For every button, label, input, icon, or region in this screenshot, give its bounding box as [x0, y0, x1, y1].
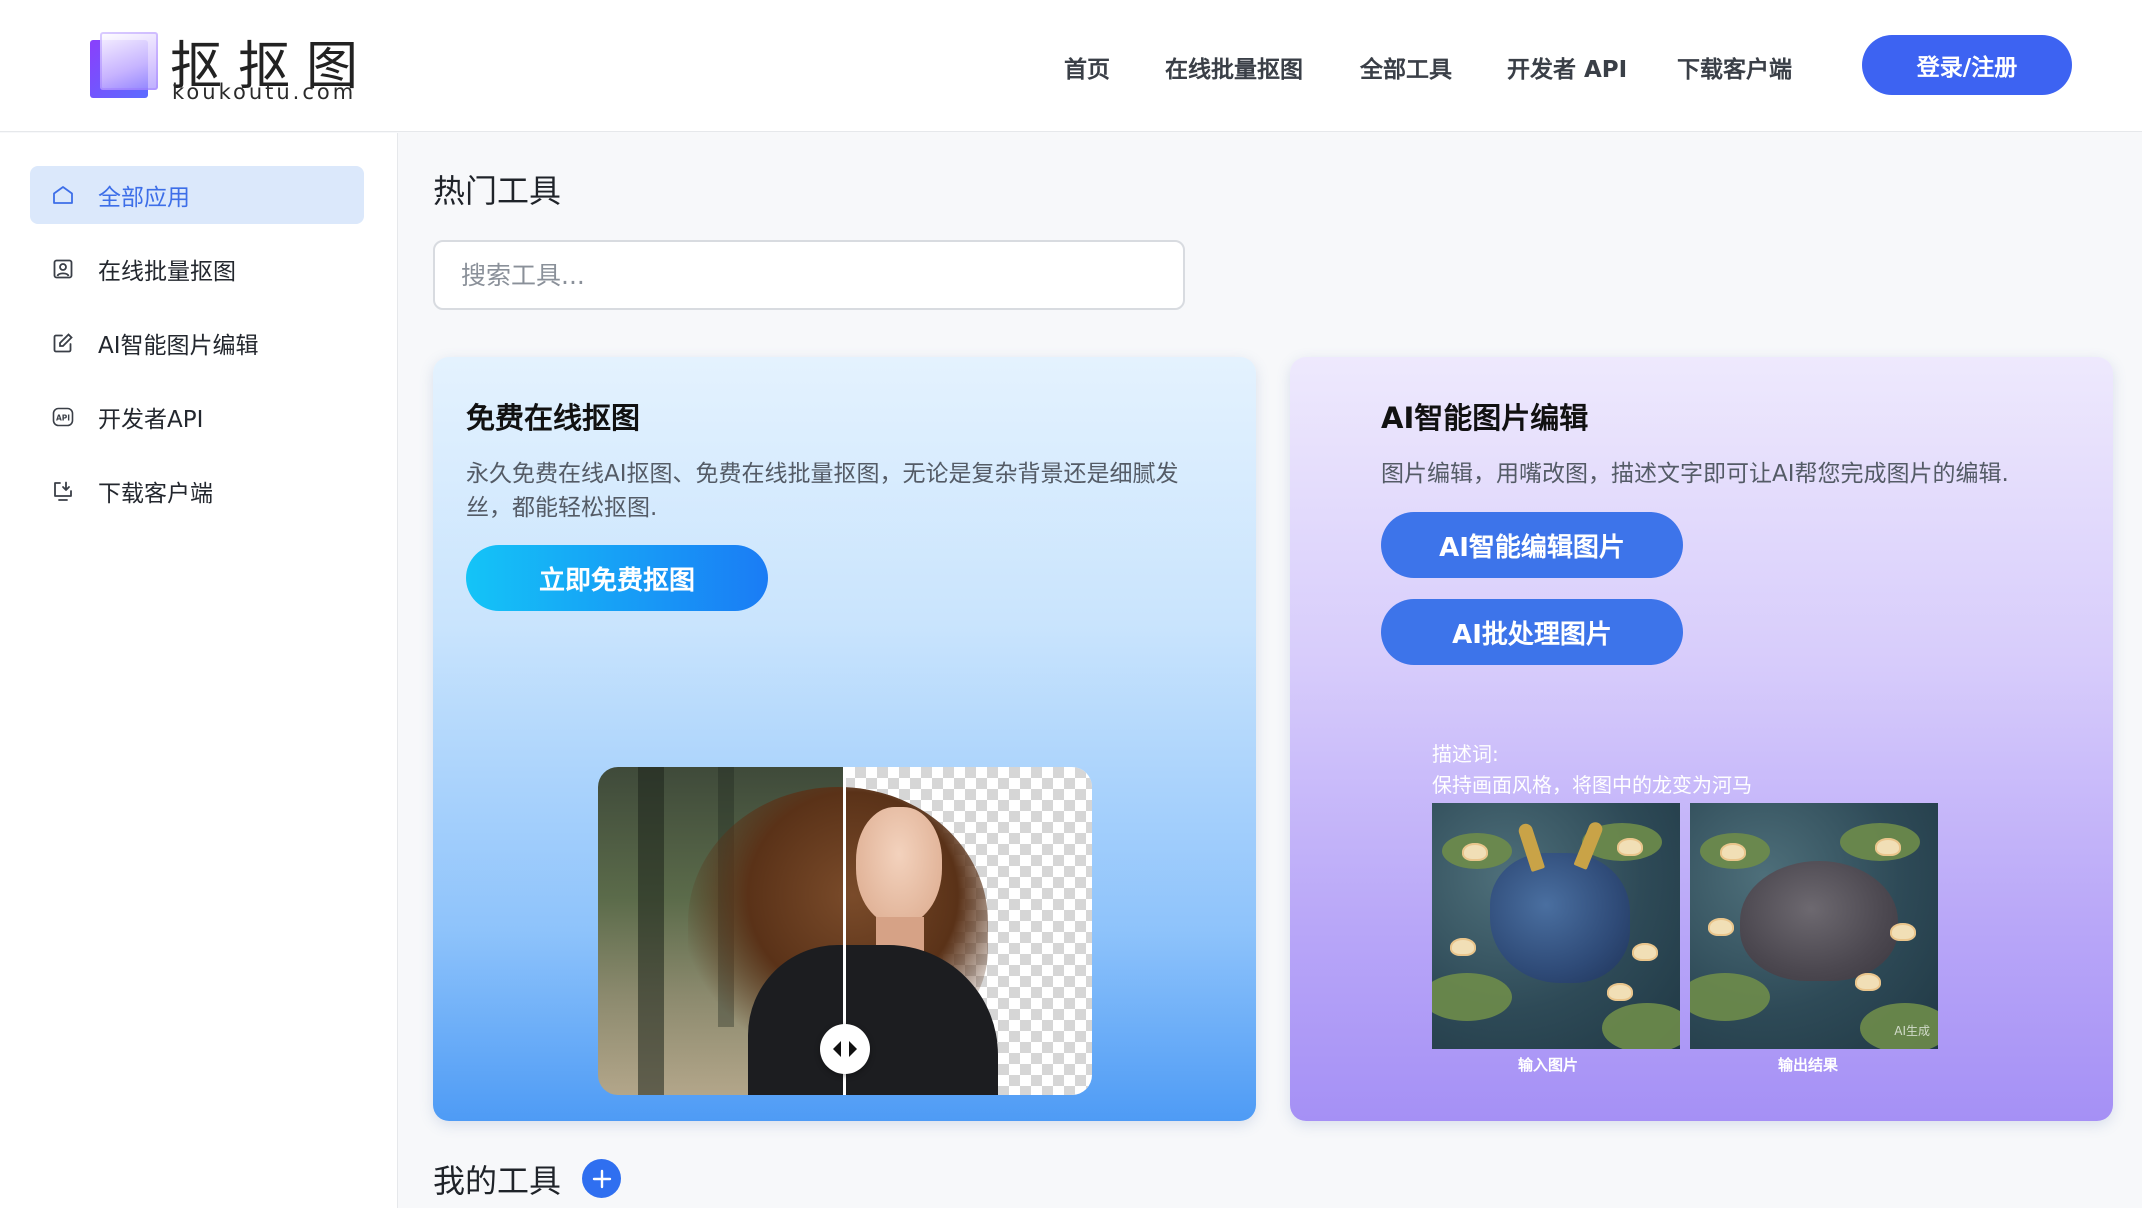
brand-domain: koukoutu.com: [172, 80, 357, 104]
sidebar-item-batch-cutout[interactable]: 在线批量抠图: [30, 240, 364, 298]
card-title: AI智能图片编辑: [1381, 401, 1589, 435]
sidebar-item-label: AI智能图片编辑: [98, 333, 259, 359]
left-right-arrows-icon: [833, 1041, 857, 1057]
ai-image-edit-card[interactable]: AI智能图片编辑 图片编辑，用嘴改图，描述文字即可让AI帮您完成图片的编辑. A…: [1290, 357, 2113, 1121]
brand-logo[interactable]: 抠抠图 koukoutu.com: [88, 26, 368, 108]
download-monitor-icon: [50, 478, 76, 504]
sidebar-item-label: 开发者API: [98, 407, 204, 433]
input-image-dragon: [1432, 803, 1680, 1049]
sidebar: 全部应用 在线批量抠图 AI智能图片编辑 API 开发者API 下载客户端: [0, 133, 398, 1208]
output-image-hippo: AI生成: [1690, 803, 1938, 1049]
compare-slider-handle[interactable]: [820, 1024, 870, 1074]
svg-text:API: API: [56, 414, 70, 423]
output-image-caption: 输出结果: [1778, 1056, 1839, 1074]
free-cutout-button[interactable]: 立即免费抠图: [466, 545, 768, 611]
card-description: 永久免费在线AI抠图、免费在线批量抠图，无论是复杂背景还是细腻发丝，都能轻松抠图…: [466, 461, 1179, 521]
api-icon: API: [50, 404, 76, 430]
free-cutout-card[interactable]: 免费在线抠图 永久免费在线AI抠图、免费在线批量抠图，无论是复杂背景还是细腻发丝…: [433, 357, 1256, 1121]
sidebar-item-ai-image-edit[interactable]: AI智能图片编辑: [30, 314, 364, 372]
hot-tools-title: 热门工具: [433, 172, 562, 210]
nav-developer-api[interactable]: 开发者 API: [1507, 50, 1627, 84]
input-image-caption: 输入图片: [1518, 1056, 1579, 1074]
plus-icon: [592, 1169, 611, 1188]
portrait-frame-icon: [50, 256, 76, 282]
edit-square-icon: [50, 330, 76, 356]
search-input[interactable]: [433, 240, 1185, 310]
add-tool-button[interactable]: [582, 1159, 621, 1198]
sidebar-item-all-apps[interactable]: 全部应用: [30, 166, 364, 224]
sidebar-item-label: 在线批量抠图: [98, 259, 236, 285]
stacked-squares-logo-icon: [90, 32, 158, 100]
nav-home[interactable]: 首页: [1064, 50, 1110, 84]
sidebar-item-label: 全部应用: [98, 185, 190, 211]
sidebar-item-developer-api[interactable]: API 开发者API: [30, 388, 364, 446]
nav-batch-cutout[interactable]: 在线批量抠图: [1165, 50, 1303, 84]
my-tools-title: 我的工具: [433, 1162, 562, 1200]
sidebar-item-download-client[interactable]: 下载客户端: [30, 462, 364, 520]
ai-generated-badge: AI生成: [1894, 1024, 1930, 1038]
before-after-compare-image[interactable]: [598, 767, 1092, 1095]
home-icon: [50, 182, 76, 208]
sidebar-item-label: 下载客户端: [98, 481, 213, 507]
nav-all-tools[interactable]: 全部工具: [1360, 50, 1452, 84]
card-description: 图片编辑，用嘴改图，描述文字即可让AI帮您完成图片的编辑.: [1381, 461, 2009, 487]
ai-edit-image-button[interactable]: AI智能编辑图片: [1381, 512, 1683, 578]
ai-batch-process-button[interactable]: AI批处理图片: [1381, 599, 1683, 665]
top-header: 抠抠图 koukoutu.com 首页 在线批量抠图 全部工具 开发者 API …: [0, 0, 2142, 132]
prompt-text: 保持画面风格，将图中的龙变为河马: [1432, 773, 1752, 797]
prompt-label: 描述词:: [1432, 742, 1499, 766]
login-register-button[interactable]: 登录/注册: [1862, 35, 2072, 95]
nav-download-client[interactable]: 下载客户端: [1677, 50, 1792, 84]
card-title: 免费在线抠图: [466, 401, 641, 435]
